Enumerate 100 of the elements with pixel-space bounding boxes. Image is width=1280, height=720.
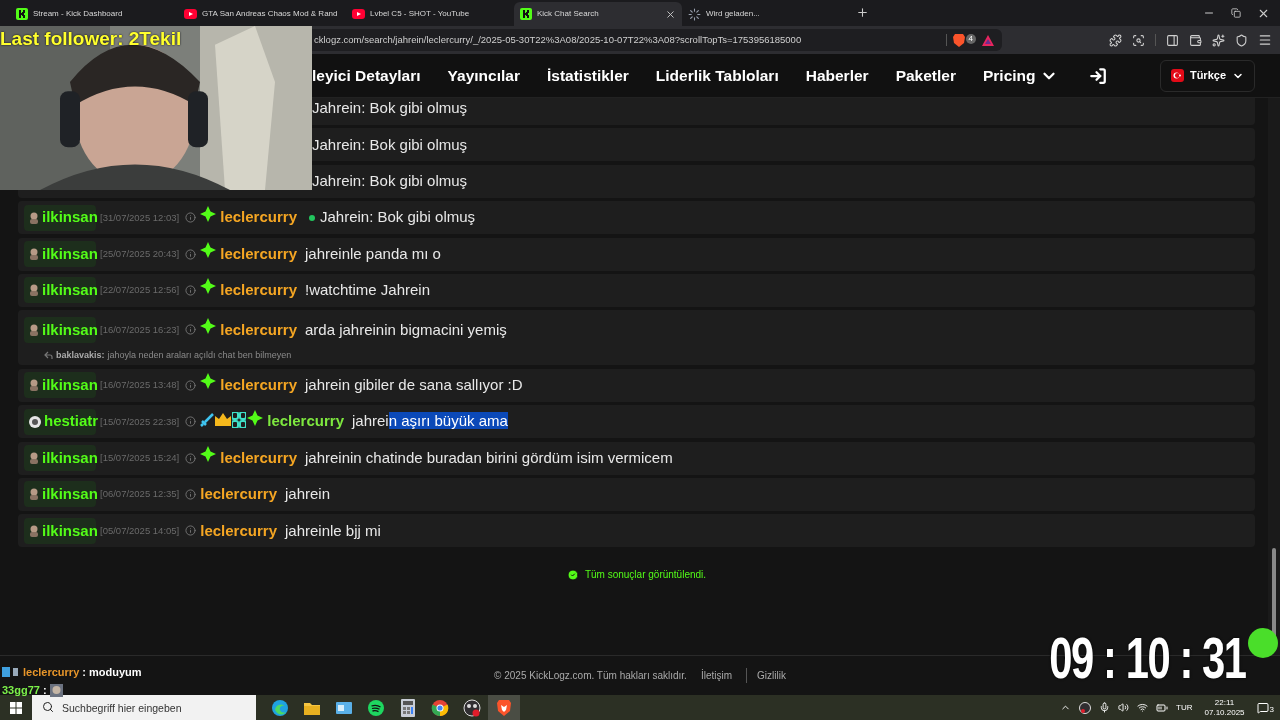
author-name[interactable]: leclercurry	[220, 242, 297, 266]
author-name[interactable]: leclercurry	[220, 446, 297, 470]
footer-link[interactable]: Gizlilik	[746, 668, 786, 683]
timestamp: [31/07/2025 12:03]	[100, 210, 180, 225]
author-name[interactable]: leclercurry	[220, 374, 297, 397]
close-icon[interactable]	[665, 8, 676, 20]
diamond-star-icon	[200, 242, 217, 259]
new-tab-icon[interactable]	[856, 5, 869, 19]
notification-icon[interactable]	[1256, 701, 1269, 714]
message-text: Jahrein: Bok gibi olmuş	[320, 207, 476, 228]
nav-link[interactable]: Yayıncılar	[447, 63, 520, 88]
diamond-star-icon	[247, 409, 264, 426]
info-icon[interactable]	[185, 488, 197, 500]
sidebar-icon[interactable]	[1166, 33, 1179, 47]
menu-icon[interactable]	[1258, 33, 1272, 47]
battery-icon[interactable]	[1156, 701, 1169, 714]
spotify-icon	[367, 698, 385, 717]
microphone-icon[interactable]	[1099, 702, 1111, 713]
nav-link[interactable]: Paketler	[895, 63, 956, 88]
wallet-icon[interactable]	[1189, 33, 1202, 47]
browser-tab[interactable]: Wird geladen...	[682, 2, 850, 26]
taskbar-app[interactable]	[488, 695, 520, 720]
recording-app-icon[interactable]	[1079, 701, 1092, 714]
timestamp: [16/07/2025 16:23]	[100, 322, 180, 337]
info-icon[interactable]	[185, 248, 197, 260]
chat-username: leclercurry	[23, 664, 80, 680]
author-name[interactable]: leclercurry	[220, 318, 297, 342]
avatar-icon	[29, 488, 39, 501]
user-tag[interactable]: ilkinsan	[24, 204, 96, 231]
extensions-icon[interactable]	[1109, 33, 1122, 47]
recording-app-icon	[463, 698, 481, 717]
clock-button[interactable]: 22:11 07.10.2025	[1200, 697, 1249, 718]
timestamp: [15/07/2025 22:38]	[100, 414, 180, 429]
volume-icon[interactable]	[1118, 702, 1130, 713]
footer-link[interactable]: İletişim	[700, 668, 733, 683]
windows-start-icon[interactable]	[10, 701, 22, 714]
browser-tab[interactable]: Kick Chat Search	[514, 2, 682, 26]
sparkle-icon[interactable]	[1212, 33, 1225, 47]
nav-link[interactable]: Pricing	[982, 63, 1058, 88]
browser-tab[interactable]: Stream - Kick Dashboard	[10, 2, 178, 26]
user-tag[interactable]: ilkinsan	[24, 277, 96, 304]
timestamp: [05/07/2025 14:05]	[100, 523, 180, 538]
search-tab-icon[interactable]	[1132, 33, 1145, 47]
info-icon[interactable]	[185, 212, 197, 224]
info-icon[interactable]	[185, 416, 197, 428]
info-icon[interactable]	[185, 324, 197, 336]
address-field[interactable]: cklogz.com/search/jahrein/leclercurry/_/2025-05-30T22%3A08/2025-10-07T22%3A08?scrollTopTs=1753956185000 4	[312, 29, 1002, 51]
info-icon[interactable]	[185, 452, 197, 464]
check-icon	[566, 568, 579, 581]
restore-icon[interactable]	[1231, 8, 1241, 18]
user-tag[interactable]: ilkinsan	[24, 372, 96, 399]
lion-shield-icon[interactable]	[952, 33, 965, 47]
nav-link[interactable]: Haberler	[805, 63, 869, 88]
count-badge: 4	[965, 33, 976, 44]
author-name[interactable]: leclercurry	[267, 410, 344, 433]
user-tag[interactable]: ilkinsan	[24, 481, 96, 508]
user-tag[interactable]: ilkinsan	[24, 445, 96, 471]
copyright-text: © 2025 KickLogz.com. Tüm hakları saklıdır.	[494, 669, 687, 683]
nav-link[interactable]: İstatistikler	[546, 63, 629, 88]
browser-tab[interactable]: GTA San Andreas Chaos Mod & Rand	[178, 2, 346, 26]
message-text: Jahrein: Bok gibi olmuş	[312, 171, 469, 192]
avatar-icon	[29, 211, 39, 224]
browser-tab[interactable]: Lvbel C5 - SHOT - YouTube	[346, 2, 514, 26]
info-icon[interactable]	[185, 379, 197, 391]
youtube-logo-icon	[352, 9, 365, 19]
chat-badges-icon	[2, 667, 20, 677]
lion-shield-icon	[496, 698, 512, 717]
message-text: jahrein aşırı büyük ama	[352, 411, 508, 432]
user-tag[interactable]: hestiatr	[24, 408, 96, 435]
language-indicator[interactable]: TUR	[1176, 701, 1193, 714]
login-icon[interactable]	[1088, 66, 1107, 85]
avatar-icon	[29, 415, 41, 428]
user-tag[interactable]: ilkinsan	[24, 316, 96, 343]
message-text: jahreinle bjj mi	[285, 520, 381, 541]
scrollbar[interactable]	[1268, 98, 1280, 655]
author-name[interactable]: leclercurry	[220, 206, 297, 229]
follower-label: Last follower: 2Tekil	[0, 28, 182, 50]
timestamp: [16/07/2025 13:48]	[100, 378, 180, 393]
language-selector[interactable]: Türkçe	[1159, 59, 1255, 92]
taskbar-search-field[interactable]: Suchbegriff hier eingeben	[32, 695, 256, 720]
crown-icon	[215, 413, 232, 427]
info-icon[interactable]	[185, 525, 197, 537]
message-text: arda jahreinin bigmacini yemiş	[305, 319, 507, 340]
author-name[interactable]: leclercurry	[200, 519, 277, 543]
author-name[interactable]: leclercurry	[220, 279, 297, 302]
nav-link[interactable]: leyici Detayları	[312, 63, 421, 88]
diamond-star-icon	[200, 317, 217, 334]
kick-logo-icon	[520, 8, 532, 20]
user-tag[interactable]: ilkinsan	[24, 241, 96, 268]
chat-username: 33gg77	[2, 682, 40, 698]
user-tag[interactable]: ilkinsan	[24, 517, 96, 544]
timestamp: [06/07/2025 12:35]	[100, 487, 180, 502]
shield-icon[interactable]	[1235, 33, 1248, 47]
author-name[interactable]: leclercurry	[200, 483, 277, 506]
message-text: jahreinin chatinde buradan birini gördüm isim vermicem	[305, 447, 673, 468]
info-icon[interactable]	[185, 284, 197, 296]
wifi-icon[interactable]	[1137, 702, 1149, 713]
nav-link[interactable]: Liderlik Tabloları	[655, 63, 779, 88]
triangle-icon[interactable]	[982, 34, 994, 46]
clock-label: 09 : 10 : 31	[1049, 628, 1246, 688]
